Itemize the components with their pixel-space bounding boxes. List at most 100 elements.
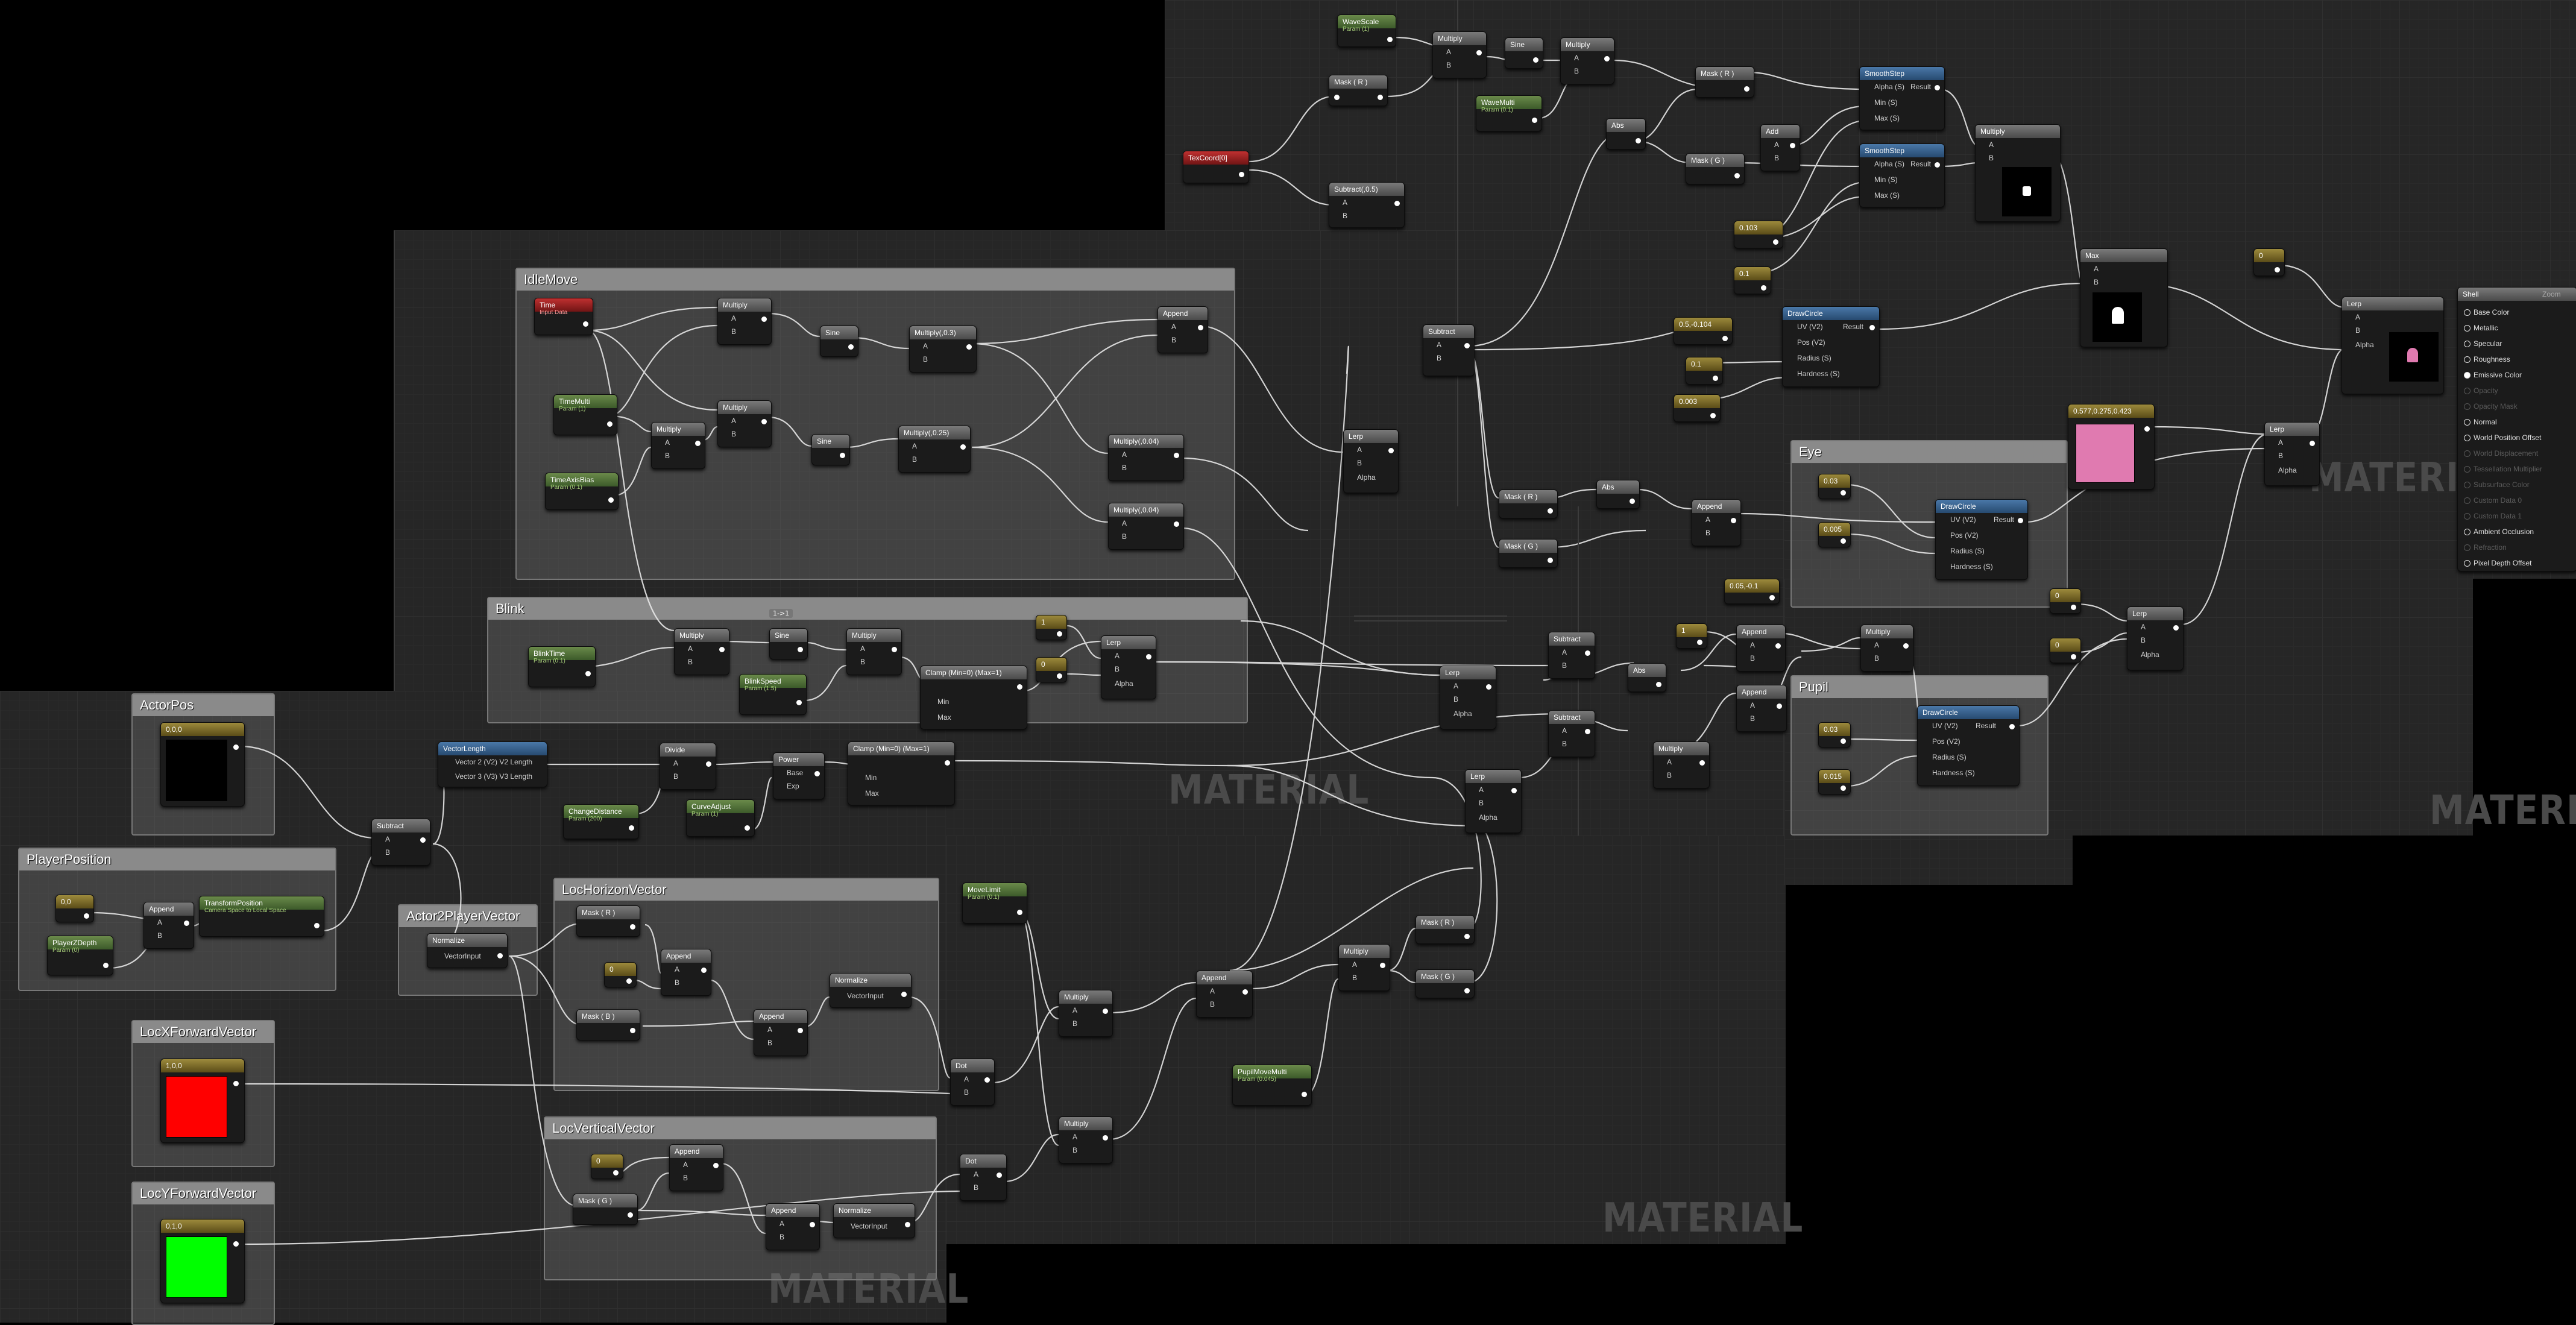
output-pin[interactable]	[1636, 138, 1641, 143]
output-pin[interactable]	[1697, 640, 1702, 645]
input-pin[interactable]	[2464, 356, 2471, 363]
lerp-node[interactable]: Lerp A B Alpha	[1101, 635, 1156, 699]
time-input-node[interactable]: Time Input Data	[534, 298, 593, 335]
shell-input-10[interactable]: Tessellation Multiplier	[2464, 461, 2542, 477]
add-node-top[interactable]: Add A B	[1760, 124, 1800, 171]
multiply-node[interactable]: Multiply A B	[674, 628, 729, 675]
output-pin[interactable]	[1841, 538, 1846, 544]
append-node[interactable]: Append A B	[1692, 499, 1741, 546]
output-pin[interactable]	[810, 1222, 815, 1227]
multiply-node[interactable]: Multiply A B	[846, 628, 902, 675]
const-node[interactable]: 0	[2050, 588, 2081, 614]
output-pin[interactable]	[1761, 285, 1766, 291]
mask-r-node-2[interactable]: Mask ( R )	[1695, 66, 1754, 98]
param-blink-speed[interactable]: BlinkSpeed Param (1.5)	[739, 674, 807, 715]
subtract-node[interactable]: Subtract A B	[1548, 710, 1595, 757]
const-node[interactable]: 0	[604, 962, 637, 987]
output-pin[interactable]	[233, 1081, 239, 1086]
output-pin[interactable]	[1486, 684, 1491, 690]
output-pin[interactable]	[420, 837, 426, 843]
max-node[interactable]: Max A B	[2080, 248, 2168, 347]
append-node[interactable]: Append A B	[669, 1144, 723, 1191]
output-pin[interactable]	[2144, 426, 2150, 432]
output-pin[interactable]	[761, 316, 767, 322]
append-node-player[interactable]: Append A B	[143, 902, 194, 949]
input-pin[interactable]	[2464, 435, 2471, 441]
output-pin[interactable]	[1773, 239, 1778, 245]
output-pin[interactable]	[1017, 910, 1022, 915]
param-blink-time[interactable]: BlinkTime Param (0.1)	[528, 646, 596, 687]
output-pin[interactable]	[613, 1170, 619, 1176]
const-01b[interactable]: 0.1	[1686, 357, 1723, 385]
multiply-node-top2[interactable]: Multiply A B	[1560, 37, 1614, 84]
smoothstep-node-2[interactable]: SmoothStep Alpha (S) Result Min (S) Max (S)	[1859, 143, 1945, 207]
output-pin[interactable]	[314, 923, 320, 928]
clamp-node-blink[interactable]: Clamp (Min=0) (Max=1) Min Max	[920, 666, 1027, 729]
output-pin[interactable]	[761, 419, 767, 424]
multiply-node-top1[interactable]: Multiply A B	[1432, 31, 1487, 78]
output-pin[interactable]	[626, 978, 632, 984]
mask-node[interactable]: Mask ( G )	[1416, 969, 1475, 998]
reroute-tag[interactable]: 1->1	[769, 609, 793, 618]
output-pin[interactable]	[1722, 336, 1728, 341]
multiply-node[interactable]: Multiply A B	[1860, 625, 1913, 672]
vector-length-node[interactable]: VectorLength Vector 2 (V2) V2 Length Vecto…	[438, 741, 547, 787]
param-player-z-depth[interactable]: PlayerZDepth Param (0)	[47, 936, 113, 975]
const-node[interactable]: 0	[591, 1154, 623, 1179]
output-pin[interactable]	[1242, 989, 1248, 995]
multiply-node[interactable]: Multiply A B	[1059, 1116, 1113, 1163]
append-node[interactable]: Append A B	[1157, 306, 1208, 353]
shell-input-3[interactable]: Roughness	[2464, 351, 2542, 367]
output-pin[interactable]	[1841, 490, 1846, 496]
output-pin[interactable]	[1017, 684, 1022, 690]
output-pin[interactable]	[1713, 376, 1718, 381]
input-pin[interactable]	[2464, 529, 2471, 535]
const-node[interactable]: 0	[1036, 657, 1067, 682]
multiply-node[interactable]: Multiply A B	[1653, 741, 1710, 788]
output-pin[interactable]	[796, 700, 802, 705]
output-pin[interactable]	[1731, 518, 1736, 523]
clamp-node-distance[interactable]: Clamp (Min=0) (Max=1) Min Max	[848, 741, 955, 805]
subtract-node-top[interactable]: Subtract(,0.5) A B	[1329, 182, 1405, 228]
player-pos-const[interactable]: 0,0	[55, 895, 94, 922]
input-pin[interactable]	[2464, 450, 2471, 457]
multiply-node[interactable]: Multiply(,0.04) A B	[1108, 503, 1184, 550]
subtract-node-mid[interactable]: Subtract A B	[1423, 324, 1475, 376]
output-pin[interactable]	[945, 760, 950, 766]
output-pin[interactable]	[1146, 654, 1151, 659]
output-pin[interactable]	[1388, 448, 1394, 453]
param-pupil-move-multi[interactable]: PupilMoveMulti Param (0.045)	[1232, 1065, 1312, 1106]
output-pin[interactable]	[745, 825, 750, 831]
mask-node[interactable]: Mask ( B )	[576, 1009, 640, 1040]
lerp-final-node[interactable]: Lerp A B Alpha	[2341, 297, 2444, 394]
drawcircle-node[interactable]: DrawCircle UV (V2) Result Pos (V2) Radius (S…	[1917, 705, 2020, 786]
output-pin[interactable]	[2275, 267, 2280, 272]
output-pin[interactable]	[1734, 173, 1740, 178]
output-pin[interactable]	[1198, 325, 1203, 330]
param-wave-scale[interactable]: WaveScale Param (1)	[1337, 14, 1396, 47]
output-pin[interactable]	[1869, 325, 1875, 330]
input-pin[interactable]	[2464, 372, 2471, 379]
output-pin[interactable]	[1935, 162, 1940, 168]
const-0103[interactable]: 0.103	[1734, 221, 1783, 248]
shell-input-11[interactable]: Subsurface Color	[2464, 477, 2542, 493]
output-pin[interactable]	[2173, 625, 2179, 631]
output-pin[interactable]	[497, 953, 503, 958]
output-pin[interactable]	[1302, 1092, 1307, 1097]
multiply-node[interactable]: Multiply A B	[1059, 990, 1113, 1037]
mask-node[interactable]: Mask ( R )	[1416, 915, 1475, 944]
output-pin[interactable]	[966, 344, 972, 350]
output-pin[interactable]	[1699, 760, 1705, 766]
const-vec2[interactable]: 0.5,-0.104	[1674, 317, 1733, 345]
output-pin[interactable]	[848, 344, 854, 350]
color-pink-node[interactable]: 0.577,0.275,0.423	[2068, 404, 2155, 489]
output-pin[interactable]	[84, 913, 89, 919]
output-pin[interactable]	[629, 825, 634, 831]
param-curve-adjust[interactable]: CurveAdjust Param (1)	[686, 799, 755, 837]
const-node[interactable]: 1	[1036, 615, 1067, 640]
output-pin[interactable]	[1464, 934, 1470, 939]
input-pin[interactable]	[2464, 341, 2471, 347]
shell-input-2[interactable]: Specular	[2464, 336, 2542, 351]
smoothstep-node-1[interactable]: SmoothStep Alpha (S) Result Min (S) Max (S)	[1859, 66, 1945, 130]
output-pin[interactable]	[984, 1077, 990, 1083]
